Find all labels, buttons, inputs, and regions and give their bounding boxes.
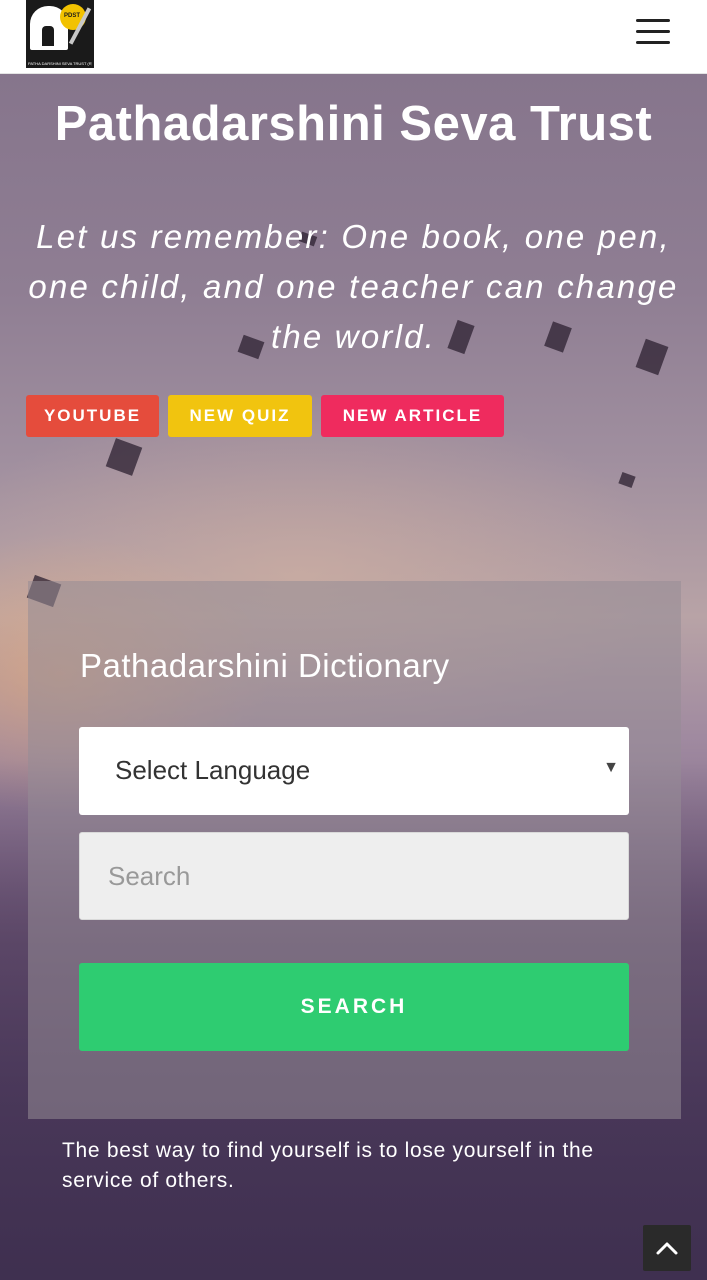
page-title: Pathadarshini Seva Trust	[54, 97, 653, 151]
dropdown-arrow-icon: ▼	[603, 759, 619, 776]
site-header: PDST PATHA DARSHINI SEVA TRUST (R)	[0, 0, 707, 74]
scroll-to-top-button[interactable]	[643, 1225, 691, 1271]
new-article-button[interactable]: NEW ARTICLE	[321, 395, 504, 437]
new-quiz-button[interactable]: NEW QUIZ	[168, 395, 312, 437]
search-button[interactable]: SEARCH	[79, 963, 629, 1051]
logo-caption: PATHA DARSHINI SEVA TRUST (R)	[28, 61, 92, 66]
logo-mark: PDST	[64, 13, 81, 19]
dictionary-title: Pathadarshini Dictionary	[80, 647, 450, 684]
search-input[interactable]	[79, 832, 629, 920]
youtube-button[interactable]: YOUTUBE	[26, 395, 159, 437]
site-logo[interactable]: PDST PATHA DARSHINI SEVA TRUST (R)	[26, 0, 94, 68]
hero-quote: Let us remember: One book, one pen, one …	[28, 218, 679, 355]
chevron-up-icon	[656, 1242, 678, 1255]
hamburger-menu-icon[interactable]	[633, 17, 673, 47]
language-select-value: Select Language	[115, 755, 311, 785]
tagline-text: The best way to find yourself is to lose…	[62, 1139, 594, 1192]
language-select[interactable]: Select Language ▼	[79, 727, 629, 815]
dictionary-panel: Pathadarshini Dictionary Select Language…	[28, 581, 681, 1119]
